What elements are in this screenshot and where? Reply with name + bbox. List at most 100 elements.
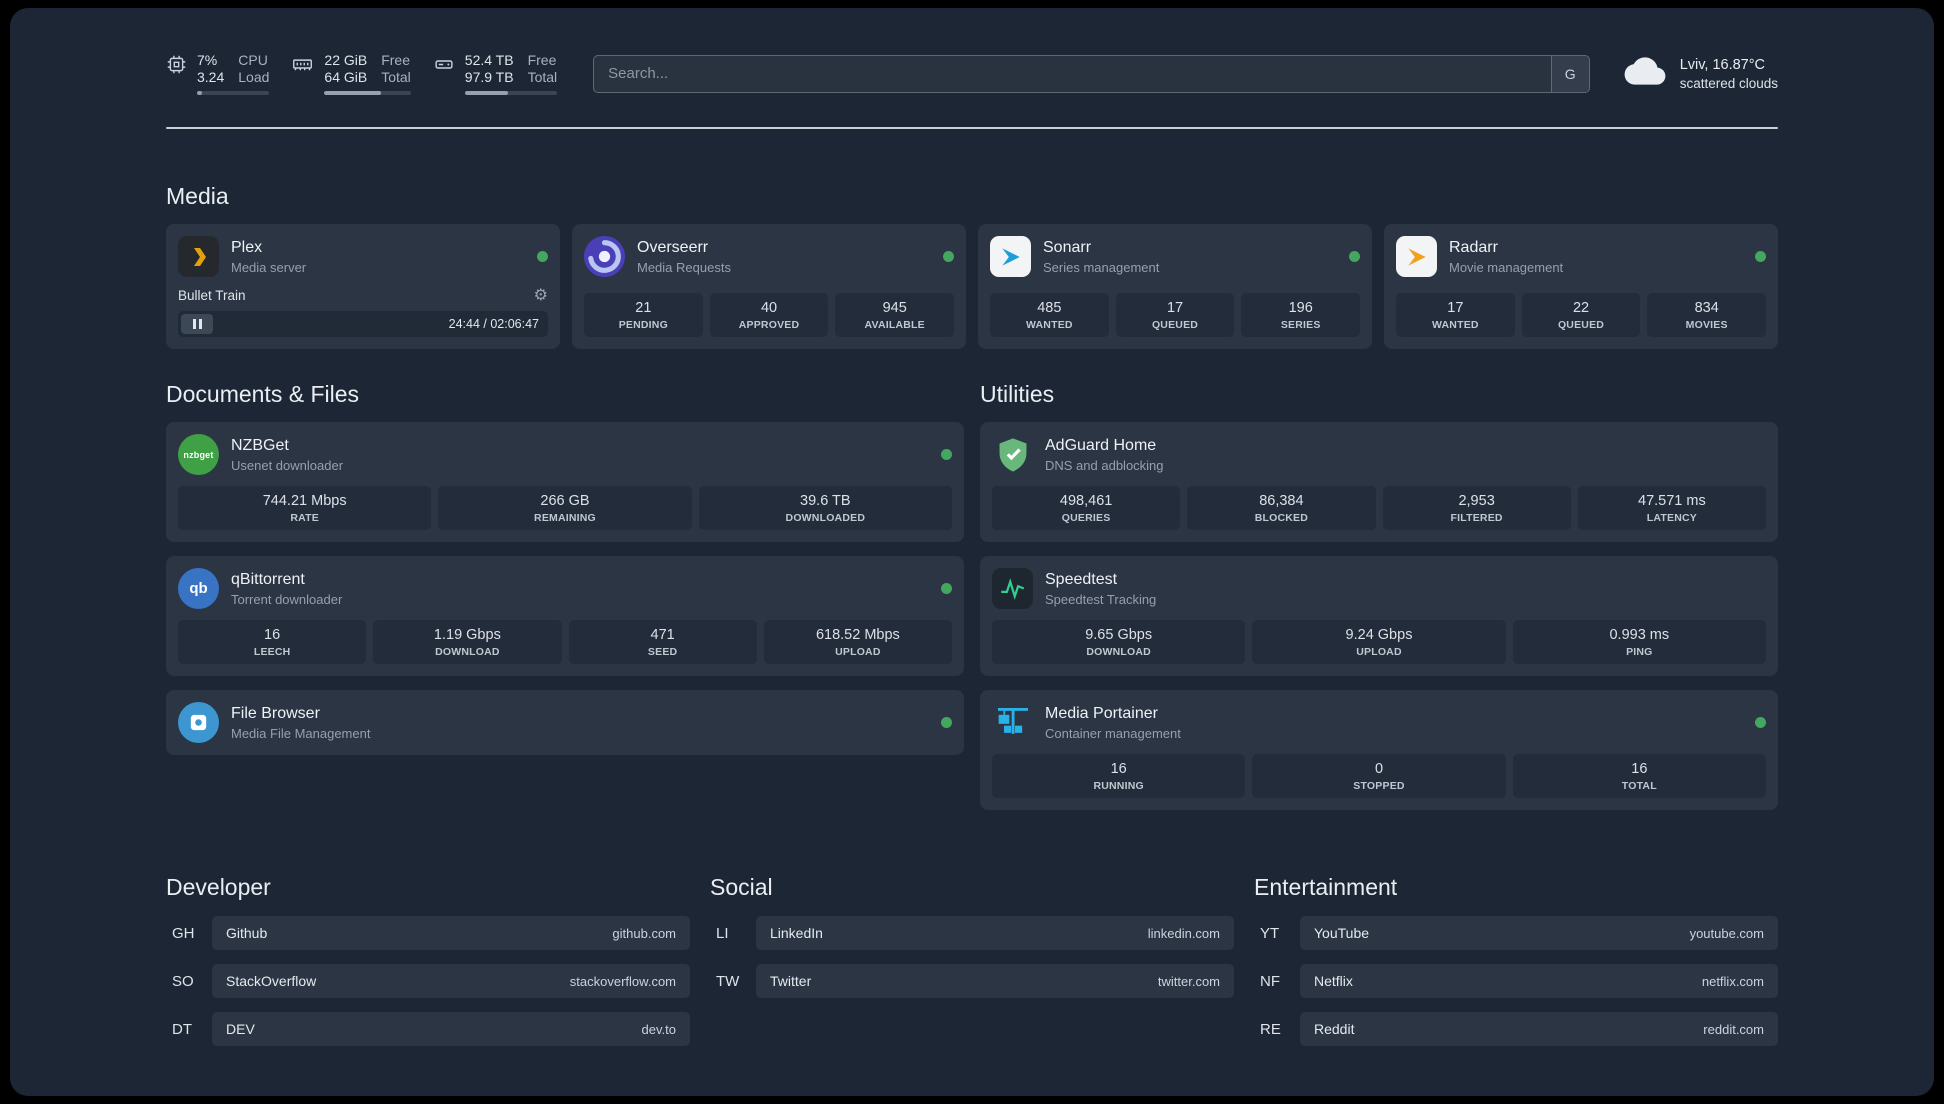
service-stats: 744.21 Mbps RATE 266 GB REMAINING 39.6 T… bbox=[178, 486, 952, 530]
service-name: Plex bbox=[231, 238, 263, 256]
bookmark-abbr: LI bbox=[716, 924, 729, 942]
stat-label: QUERIES bbox=[1061, 512, 1111, 524]
service-card-portainer[interactable]: Media Portainer Container management 16 … bbox=[980, 690, 1778, 810]
service-desc: Speedtest Tracking bbox=[1045, 591, 1157, 607]
dashboard: 7% CPU 3.24 Load 22 GiB Free 64 GiB Tota… bbox=[10, 8, 1934, 1096]
bookmark-abbr: TW bbox=[716, 972, 740, 990]
bookmark-abbr: NF bbox=[1260, 972, 1280, 990]
stat-value: 17 bbox=[1447, 300, 1464, 316]
service-name: NZBGet bbox=[231, 436, 289, 454]
qbittorrent-icon-text: qb bbox=[189, 580, 208, 597]
stat-value: 471 bbox=[650, 627, 675, 643]
stat-box: 17 QUEUED bbox=[1115, 293, 1235, 337]
disk-free-label: Free bbox=[527, 52, 557, 68]
service-desc: DNS and adblocking bbox=[1045, 457, 1164, 473]
memory-total-value: 64 GiB bbox=[324, 69, 368, 85]
service-name: Radarr bbox=[1449, 238, 1498, 256]
service-card-adguard[interactable]: AdGuard Home DNS and adblocking 498,461 … bbox=[980, 422, 1778, 542]
stat-box: 266 GB REMAINING bbox=[438, 486, 692, 530]
stat-box: 17 WANTED bbox=[1396, 293, 1515, 337]
stat-value: 485 bbox=[1037, 300, 1062, 316]
speedtest-icon bbox=[992, 568, 1033, 609]
stat-label: RATE bbox=[290, 512, 319, 524]
disk-icon bbox=[433, 54, 455, 80]
service-stats: 485 WANTED 17 QUEUED 196 SERIES bbox=[990, 282, 1361, 337]
service-desc: Media server bbox=[231, 259, 307, 275]
disk-progress-track bbox=[464, 91, 558, 95]
search-input[interactable] bbox=[593, 54, 1590, 93]
stat-box: 16 RUNNING bbox=[992, 754, 1246, 798]
memory-progress-fill bbox=[324, 91, 382, 95]
stat-value: 498,461 bbox=[1059, 493, 1113, 509]
status-dot bbox=[941, 449, 952, 460]
stat-label: DOWNLOAD bbox=[435, 646, 500, 658]
service-card-plex[interactable]: Plex Media server Bullet Train ⚙ 24:44 /… bbox=[166, 224, 560, 349]
stat-value: 834 bbox=[1694, 300, 1719, 316]
bookmark-abbr: RE bbox=[1260, 1020, 1281, 1038]
service-stats: 9.65 Gbps DOWNLOAD 9.24 Gbps UPLOAD 0.99… bbox=[992, 620, 1766, 664]
stat-value: 16 bbox=[1110, 761, 1127, 777]
service-card-radarr[interactable]: Radarr Movie management 17 WANTED 22 QUE… bbox=[1384, 224, 1778, 349]
stat-label: APPROVED bbox=[738, 319, 800, 331]
status-dot bbox=[1349, 251, 1360, 262]
bookmark-name: Twitter bbox=[770, 973, 812, 989]
playback-progress-bar[interactable]: 24:44 / 02:06:47 bbox=[178, 311, 548, 337]
qbittorrent-icon: qb bbox=[178, 568, 219, 609]
bookmark-linkedin[interactable]: LI LinkedIn linkedin.com bbox=[710, 916, 1234, 950]
service-desc: Usenet downloader bbox=[231, 457, 344, 473]
section-utilities: Utilities AdGuard Home DNS and adblockin… bbox=[980, 381, 1778, 810]
service-card-sonarr[interactable]: Sonarr Series management 485 WANTED 17 Q… bbox=[978, 224, 1372, 349]
stat-value: 16 bbox=[1631, 761, 1648, 777]
bookmark-name: YouTube bbox=[1314, 925, 1370, 941]
cpu-widget: 7% CPU 3.24 Load bbox=[166, 52, 270, 95]
bookmark-youtube[interactable]: YT YouTube youtube.com bbox=[1254, 916, 1778, 950]
bookmark-stackoverflow[interactable]: SO StackOverflow stackoverflow.com bbox=[166, 964, 690, 998]
bookmark-abbr: YT bbox=[1260, 924, 1280, 942]
service-card-overseerr[interactable]: Overseerr Media Requests 21 PENDING 40 A… bbox=[572, 224, 966, 349]
disk-readout: 52.4 TB Free 97.9 TB Total bbox=[464, 52, 558, 95]
section-media: Media Plex Media server Bullet Train ⚙ 2… bbox=[166, 183, 1778, 349]
bookmark-github[interactable]: GH Github github.com bbox=[166, 916, 690, 950]
bookmark-name: Github bbox=[226, 925, 268, 941]
stat-value: 86,384 bbox=[1259, 493, 1304, 509]
stat-box: 22 QUEUED bbox=[1521, 293, 1641, 337]
pause-button[interactable] bbox=[181, 314, 213, 334]
memory-total-label: Total bbox=[381, 69, 411, 85]
playback-time: 24:44 / 02:06:47 bbox=[448, 317, 539, 331]
stat-box: 9.24 Gbps UPLOAD bbox=[1252, 620, 1506, 664]
bookmark-url: github.com bbox=[612, 925, 676, 941]
memory-widget: 22 GiB Free 64 GiB Total bbox=[291, 52, 411, 95]
stat-value: 9.24 Gbps bbox=[1345, 627, 1413, 643]
service-desc: Series management bbox=[1043, 259, 1160, 275]
service-card-nzbget[interactable]: nzbget NZBGet Usenet downloader 744.21 M… bbox=[166, 422, 964, 542]
cpu-icon bbox=[166, 54, 187, 80]
stat-value: 618.52 Mbps bbox=[815, 627, 900, 643]
stat-label: QUEUED bbox=[1151, 319, 1199, 331]
stat-box: 834 MOVIES bbox=[1647, 293, 1767, 337]
search-provider-button[interactable]: G bbox=[1550, 55, 1589, 92]
service-stats: 498,461 QUERIES 86,384 BLOCKED 2,953 FIL… bbox=[992, 486, 1766, 530]
stat-box: 9.65 Gbps DOWNLOAD bbox=[992, 620, 1246, 664]
cpu-usage-value: 7% bbox=[197, 52, 218, 68]
service-card-filebrowser[interactable]: File Browser Media File Management bbox=[166, 690, 964, 755]
search: G bbox=[593, 54, 1590, 93]
bookmark-twitter[interactable]: TW Twitter twitter.com bbox=[710, 964, 1234, 998]
cpu-readout: 7% CPU 3.24 Load bbox=[197, 52, 270, 95]
stat-value: 21 bbox=[635, 300, 652, 316]
service-card-speedtest[interactable]: Speedtest Speedtest Tracking 9.65 Gbps D… bbox=[980, 556, 1778, 676]
stat-label: UPLOAD bbox=[835, 646, 881, 658]
bookmark-url: twitter.com bbox=[1157, 973, 1220, 989]
bookmark-name: Reddit bbox=[1314, 1021, 1355, 1037]
stat-label: WANTED bbox=[1025, 319, 1073, 331]
service-name: qBittorrent bbox=[231, 570, 305, 588]
bookmark-reddit[interactable]: RE Reddit reddit.com bbox=[1254, 1012, 1778, 1046]
service-card-qbittorrent[interactable]: qb qBittorrent Torrent downloader 16 LEE… bbox=[166, 556, 964, 676]
bookmark-netflix[interactable]: NF Netflix netflix.com bbox=[1254, 964, 1778, 998]
memory-readout: 22 GiB Free 64 GiB Total bbox=[324, 52, 411, 95]
cpu-progress-fill bbox=[197, 91, 203, 95]
gear-icon[interactable]: ⚙ bbox=[534, 287, 548, 303]
stat-label: PENDING bbox=[618, 319, 668, 331]
stat-value: 22 bbox=[1572, 300, 1590, 316]
disk-total-label: Total bbox=[527, 69, 558, 85]
bookmark-dev[interactable]: DT DEV dev.to bbox=[166, 1012, 690, 1046]
